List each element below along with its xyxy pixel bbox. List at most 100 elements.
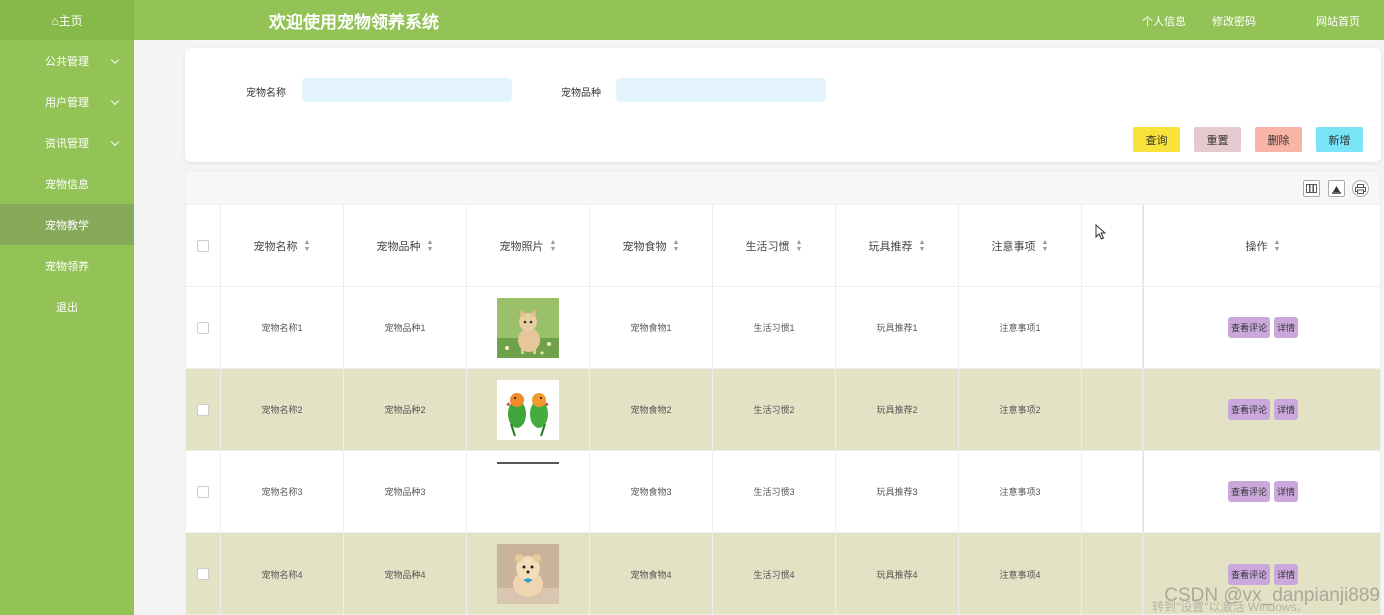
- detail-button[interactable]: 详情: [1274, 481, 1299, 502]
- table-row: 宠物名称2 宠物品种2 宠物食物2 生活习惯2 玩具推荐2 注意事项2 查看评论…: [186, 369, 1380, 451]
- note-cell: 注意事项2: [959, 369, 1082, 450]
- habit-cell: 生活习惯3: [713, 451, 836, 532]
- column-header[interactable]: 宠物品种 ▲ ▼: [344, 205, 467, 286]
- actions-cell: 查看评论 详情: [1143, 369, 1380, 450]
- row-checkbox[interactable]: [197, 485, 209, 498]
- puppy-photo[interactable]: [497, 544, 559, 604]
- column-header[interactable]: 宠物名称 ▲ ▼: [221, 205, 344, 286]
- add-button[interactable]: 新增: [1316, 127, 1363, 152]
- sidebar: ⌂主页 公共管理 用户管理 资讯管理 宠物信息 宠物教学 宠物领养 退出: [0, 0, 134, 615]
- row-checkbox[interactable]: [197, 568, 209, 580]
- column-header-empty: [1082, 205, 1143, 286]
- row-checkbox[interactable]: [197, 403, 209, 416]
- detail-button[interactable]: 详情: [1274, 399, 1299, 420]
- row-select-cell: [186, 369, 221, 450]
- toy-cell: 玩具推荐1: [836, 287, 959, 368]
- column-header[interactable]: 宠物食物 ▲ ▼: [590, 205, 713, 286]
- sort-icon[interactable]: ▲ ▼: [919, 239, 926, 253]
- pet-photo-cell: [467, 287, 590, 368]
- pet-photo-cell: [467, 369, 590, 450]
- delete-button[interactable]: 删除: [1255, 127, 1302, 152]
- toy-cell: 玩具推荐3: [836, 451, 959, 532]
- sidebar-item-news-management[interactable]: 资讯管理: [0, 122, 134, 163]
- pet-breed-cell: 宠物品种4: [344, 533, 467, 614]
- pet-food-cell: 宠物食物1: [590, 287, 713, 368]
- column-header[interactable]: 玩具推荐 ▲ ▼: [836, 205, 959, 286]
- sort-icon[interactable]: ▲ ▼: [304, 239, 311, 253]
- sidebar-item-label: 宠物领养: [45, 260, 89, 273]
- row-select-cell: [186, 533, 221, 614]
- empty-cell: [1082, 287, 1143, 368]
- empty-cell: [1082, 369, 1143, 450]
- sidebar-item-user-management[interactable]: 用户管理: [0, 81, 134, 122]
- toy-cell: 玩具推荐4: [836, 533, 959, 614]
- sidebar-item-label: 资讯管理: [45, 137, 89, 150]
- actions-cell: 查看评论 详情: [1143, 287, 1380, 368]
- broken-photo[interactable]: [497, 462, 559, 464]
- sort-icon[interactable]: ▲ ▼: [550, 239, 557, 253]
- empty-cell: [1082, 451, 1143, 532]
- column-header[interactable]: 操作 ▲ ▼: [1143, 205, 1380, 286]
- column-header[interactable]: 生活习惯 ▲ ▼: [713, 205, 836, 286]
- row-checkbox[interactable]: [197, 321, 209, 334]
- empty-cell: [1082, 533, 1143, 614]
- sort-icon[interactable]: ▲ ▼: [673, 239, 680, 253]
- nav-site-home-link[interactable]: 网站首页: [1316, 13, 1360, 29]
- sort-icon[interactable]: ▲ ▼: [1274, 239, 1281, 253]
- chevron-down-icon: [110, 55, 120, 64]
- sidebar-item-label: 退出: [56, 301, 78, 314]
- top-header: 欢迎使用宠物领养系统 个人信息 修改密码 网站首页: [134, 0, 1384, 40]
- sort-icon[interactable]: ▲ ▼: [1042, 239, 1049, 253]
- note-cell: 注意事项1: [959, 287, 1082, 368]
- query-button[interactable]: 查询: [1133, 127, 1180, 152]
- reset-button[interactable]: 重置: [1194, 127, 1241, 152]
- pet-breed-label: 宠物品种: [561, 88, 601, 99]
- sort-icon[interactable]: ▲ ▼: [427, 239, 434, 253]
- pet-breed-cell: 宠物品种3: [344, 451, 467, 532]
- sidebar-item-label: 用户管理: [45, 96, 89, 109]
- column-header-label: 宠物食物: [622, 240, 667, 253]
- view-comments-button[interactable]: 查看评论: [1227, 399, 1270, 420]
- pet-name-input[interactable]: [302, 78, 512, 102]
- pet-breed-input[interactable]: [616, 78, 826, 102]
- view-comments-button[interactable]: 查看评论: [1227, 481, 1270, 502]
- view-comments-button[interactable]: 查看评论: [1227, 317, 1270, 338]
- mouse-cursor-icon: [1095, 223, 1107, 240]
- chevron-down-icon: [110, 137, 120, 146]
- column-header[interactable]: 宠物照片 ▲ ▼: [467, 205, 590, 286]
- sidebar-item-public-management[interactable]: 公共管理: [0, 40, 134, 81]
- print-icon[interactable]: [1352, 180, 1369, 197]
- sidebar-home[interactable]: ⌂主页: [0, 0, 134, 40]
- nav-change-password-link[interactable]: 修改密码: [1212, 13, 1256, 29]
- data-table-panel: 宠物名称 ▲ ▼ 宠物品种 ▲ ▼ 宠物照片 ▲ ▼ 宠物食物 ▲ ▼ 生活习惯 ▲ ▼ 玩具推荐 ▲…: [185, 170, 1381, 615]
- pet-food-cell: 宠物食物4: [590, 533, 713, 614]
- detail-button[interactable]: 详情: [1274, 563, 1299, 585]
- sidebar-item-label: 宠物教学: [45, 219, 89, 232]
- pet-breed-cell: 宠物品种2: [344, 369, 467, 450]
- columns-icon[interactable]: [1303, 180, 1320, 197]
- kitten-photo[interactable]: [497, 297, 559, 358]
- pet-name-cell: 宠物名称3: [221, 451, 344, 532]
- note-cell: 注意事项4: [959, 533, 1082, 614]
- page-title: 欢迎使用宠物领养系统: [269, 13, 439, 32]
- select-all-checkbox[interactable]: [197, 239, 209, 252]
- nav-profile-link[interactable]: 个人信息: [1142, 13, 1186, 29]
- row-select-cell: [186, 287, 221, 368]
- sidebar-item-pet-adoption[interactable]: 宠物领养: [0, 245, 134, 286]
- actions-cell: 查看评论 详情: [1143, 451, 1380, 532]
- sidebar-item-pet-teaching[interactable]: 宠物教学: [0, 204, 134, 245]
- parrots-photo[interactable]: [497, 379, 559, 440]
- column-header-label: 操作: [1245, 240, 1268, 253]
- pet-name-cell: 宠物名称4: [221, 533, 344, 614]
- column-header[interactable]: 注意事项 ▲ ▼: [959, 205, 1082, 286]
- select-all-cell: [186, 205, 221, 286]
- table-row: 宠物名称3 宠物品种3 宠物食物3 生活习惯3 玩具推荐3 注意事项3 查看评论…: [186, 451, 1380, 533]
- view-comments-button[interactable]: 查看评论: [1227, 563, 1270, 585]
- sidebar-item-pet-info[interactable]: 宠物信息: [0, 163, 134, 204]
- detail-button[interactable]: 详情: [1274, 317, 1299, 338]
- export-icon[interactable]: [1328, 180, 1345, 197]
- pet-breed-cell: 宠物品种1: [344, 287, 467, 368]
- sidebar-item-logout[interactable]: 退出: [0, 286, 134, 327]
- column-header-label: 生活习惯: [745, 240, 790, 253]
- sort-icon[interactable]: ▲ ▼: [796, 239, 803, 253]
